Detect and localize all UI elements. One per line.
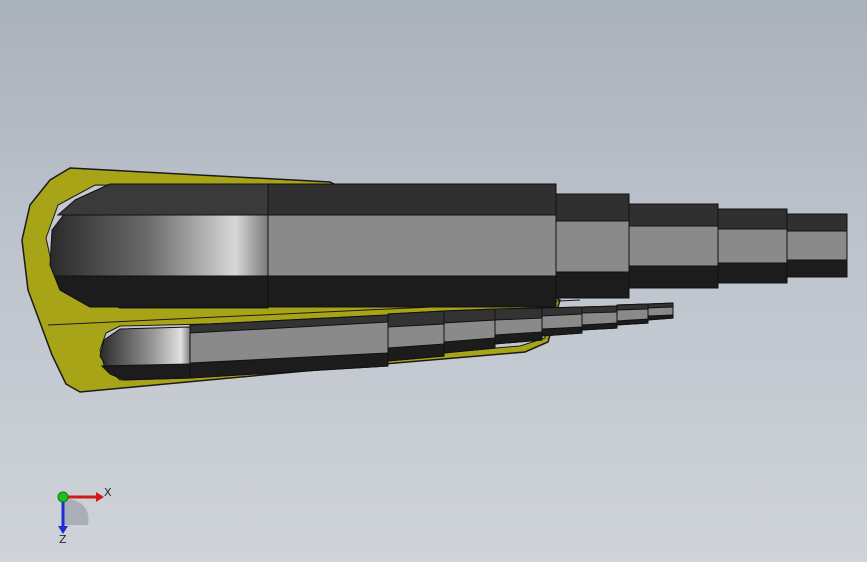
upper-bit-step-3-top — [628, 203, 719, 227]
lower-bit-step-8-top — [647, 302, 674, 309]
x-axis-label: X — [104, 486, 112, 499]
y-axis-icon — [57, 491, 69, 503]
upper-bit-step-1-bottom — [267, 275, 557, 308]
lower-bit-step-3-top — [443, 308, 496, 324]
upper-bit-step-4-top — [717, 208, 788, 230]
upper-bit-step-5-top — [786, 213, 848, 232]
lower-bit-step-2-top — [387, 310, 445, 328]
lower-bit-step-7-top — [616, 303, 649, 311]
upper-bit-step-4-bottom — [717, 262, 788, 284]
step-drill-bit-holder-model[interactable] — [0, 0, 867, 562]
triad-shadow — [62, 498, 89, 525]
lower-bit-step-5-top — [541, 306, 583, 317]
lower-bit-step-4-top — [494, 307, 543, 321]
upper-step-bit[interactable] — [49, 183, 848, 308]
upper-bit-step-2-top — [555, 193, 630, 222]
orientation-triad[interactable]: X Z — [40, 480, 120, 550]
lower-bit-step-5-bottom — [541, 326, 583, 337]
x-axis-arrow-icon — [96, 492, 104, 502]
upper-bit-step-1-top — [267, 183, 557, 216]
upper-bit-step-2-bottom — [555, 271, 630, 299]
lower-bit-step-8-bottom — [647, 314, 674, 321]
upper-bit-step-3-bottom — [628, 265, 719, 289]
z-axis-label: Z — [59, 533, 67, 546]
lower-bit-step-6-top — [581, 305, 618, 314]
upper-bit-shank-bottom — [54, 275, 269, 308]
cad-viewport[interactable]: X Z — [0, 0, 867, 562]
upper-bit-step-5-bottom — [786, 259, 848, 278]
